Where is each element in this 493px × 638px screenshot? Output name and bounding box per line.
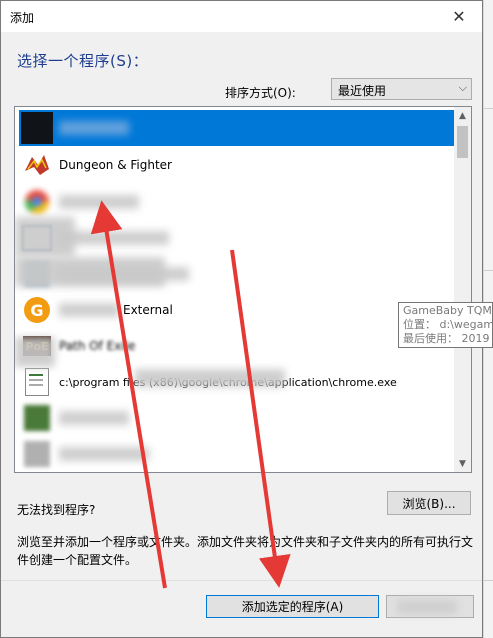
add-selected-program-button[interactable]: 添加选定的程序(A)	[206, 595, 379, 618]
window-title: 添加	[10, 11, 35, 25]
list-item[interactable]: Dungeon & Fighter	[19, 147, 455, 183]
list-item[interactable]	[19, 436, 455, 472]
list-item[interactable]	[19, 400, 455, 436]
program-label: Dungeon & Fighter	[59, 158, 172, 172]
close-button[interactable]: ✕	[436, 1, 482, 32]
program-list[interactable]: Dungeon & Fighter G External Path Of Exi…	[14, 106, 472, 473]
tooltip-line: GameBaby TQM	[403, 304, 492, 317]
blur-patch	[15, 217, 75, 257]
not-found-label: 无法找到程序?	[17, 503, 96, 517]
chrome-icon	[21, 186, 53, 218]
list-item[interactable]: PoE Path Of Exile	[19, 328, 455, 364]
list-item[interactable]	[19, 110, 455, 146]
scroll-thumb[interactable]	[457, 126, 468, 158]
blur-patch	[135, 369, 285, 387]
title-bar: 添加 ✕	[1, 1, 482, 32]
sort-dropdown[interactable]: 最近使用 ⌵	[331, 78, 472, 100]
background-divider	[484, 580, 493, 581]
program-tooltip: GameBaby TQM 位置： d:\wegam 最后使用： 2019	[398, 302, 493, 348]
program-label: External	[123, 303, 173, 317]
scroll-up-icon[interactable]: ▲	[454, 107, 471, 124]
blur-patch	[15, 337, 55, 367]
scroll-down-icon[interactable]: ▼	[454, 455, 471, 472]
chevron-down-icon: ⌵	[458, 81, 467, 94]
gamebaby-icon: G	[21, 294, 53, 326]
page-title: 选择一个程序(S)：	[17, 52, 149, 70]
file-icon	[21, 366, 53, 398]
app-icon	[21, 402, 53, 434]
tooltip-line: 最后使用： 2019	[403, 332, 490, 345]
app-icon	[21, 438, 53, 470]
blur-patch	[15, 257, 165, 287]
background-divider	[484, 270, 493, 271]
list-scrollbar[interactable]: ▲ ▼	[454, 107, 471, 472]
dark-app-icon	[21, 112, 53, 144]
program-label: Path Of Exile	[59, 339, 136, 353]
list-item[interactable]: G External	[19, 292, 455, 328]
description-text: 浏览至并添加一个程序或文件夹。添加文件夹将为文件夹和子文件夹内的所有可执行文件创…	[17, 535, 474, 567]
list-item[interactable]	[19, 184, 455, 220]
background-divider	[484, 108, 493, 109]
dnf-game-icon	[21, 149, 53, 181]
browse-button[interactable]: 浏览(B)...	[387, 491, 471, 515]
cancel-button[interactable]	[386, 595, 474, 618]
tooltip-line: 位置： d:\wegam	[403, 318, 493, 331]
close-icon: ✕	[452, 7, 466, 26]
sort-label: 排序方式(O):	[225, 86, 296, 100]
sort-selected-value: 最近使用	[338, 84, 387, 98]
list-item[interactable]	[19, 220, 455, 256]
